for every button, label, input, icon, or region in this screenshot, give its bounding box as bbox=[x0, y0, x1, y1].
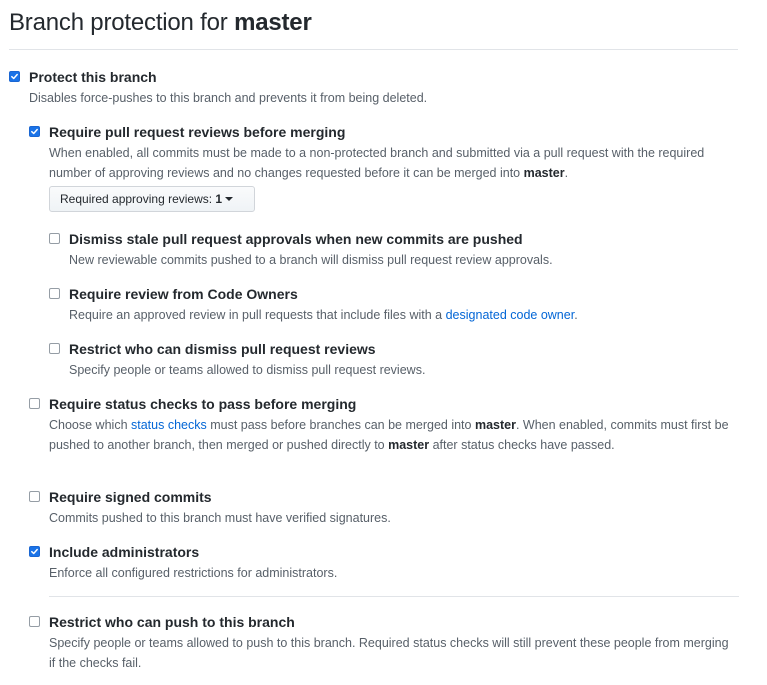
option-restrict-dismiss: Restrict who can dismiss pull request re… bbox=[49, 341, 739, 381]
restrict-push-checkbox[interactable] bbox=[29, 616, 40, 627]
option-require-reviews: Require pull request reviews before merg… bbox=[29, 124, 729, 184]
status-checks-note-text-4: after status checks have passed. bbox=[429, 437, 615, 452]
restrict-dismiss-note: Specify people or teams allowed to dismi… bbox=[69, 363, 426, 377]
checkmark-icon bbox=[11, 73, 18, 80]
status-checks-label[interactable]: Require status checks to pass before mer… bbox=[49, 396, 356, 413]
status-checks-checkbox[interactable] bbox=[29, 398, 40, 409]
restrict-dismiss-checkbox[interactable] bbox=[49, 343, 60, 354]
require-reviews-note: When enabled, all commits must be made t… bbox=[49, 144, 729, 183]
option-signed-commits: Require signed commits Commits pushed to… bbox=[29, 489, 729, 529]
checkmark-icon bbox=[31, 128, 38, 135]
dismiss-stale-note: New reviewable commits pushed to a branc… bbox=[69, 253, 553, 267]
status-checks-note-text-2: must pass before branches can be merged … bbox=[206, 418, 475, 432]
require-reviews-label[interactable]: Require pull request reviews before merg… bbox=[49, 124, 345, 141]
dismiss-stale-checkbox[interactable] bbox=[49, 233, 60, 244]
option-restrict-push: Restrict who can push to this branch Spe… bbox=[29, 614, 729, 674]
required-approving-reviews-select[interactable]: Required approving reviews: 1 bbox=[49, 186, 255, 212]
code-owners-note-end: . bbox=[574, 308, 578, 322]
code-owners-label[interactable]: Require review from Code Owners bbox=[69, 286, 298, 303]
designated-code-owner-link[interactable]: designated code owner bbox=[446, 308, 575, 322]
page-title: Branch protection for master bbox=[9, 9, 312, 37]
option-dismiss-stale: Dismiss stale pull request approvals whe… bbox=[49, 231, 739, 271]
signed-commits-checkbox[interactable] bbox=[29, 491, 40, 502]
option-include-admins: Include administrators Enforce all confi… bbox=[29, 544, 729, 584]
checkmark-icon bbox=[31, 548, 38, 555]
option-status-checks: Require status checks to pass before mer… bbox=[29, 396, 729, 476]
status-checks-link[interactable]: status checks bbox=[131, 418, 207, 432]
dismiss-stale-label[interactable]: Dismiss stale pull request approvals whe… bbox=[69, 231, 523, 248]
restrict-push-label[interactable]: Restrict who can push to this branch bbox=[49, 614, 295, 631]
code-owners-checkbox[interactable] bbox=[49, 288, 60, 299]
status-checks-note: Choose which status checks must pass bef… bbox=[49, 416, 729, 455]
page-title-branch: master bbox=[234, 9, 312, 36]
status-checks-note-branch-1: master bbox=[474, 418, 516, 432]
restrict-push-note: Specify people or teams allowed to push … bbox=[49, 636, 729, 670]
signed-commits-label[interactable]: Require signed commits bbox=[49, 489, 212, 506]
option-protect-branch: Protect this branch Disables force-pushe… bbox=[9, 69, 739, 109]
page-title-prefix: Branch protection for bbox=[9, 9, 235, 36]
code-owners-note: Require an approved review in pull reque… bbox=[69, 306, 578, 326]
signed-commits-note: Commits pushed to this branch must have … bbox=[49, 511, 391, 525]
restrict-dismiss-label[interactable]: Restrict who can dismiss pull request re… bbox=[69, 341, 376, 358]
code-owners-note-text: Require an approved review in pull reque… bbox=[69, 308, 446, 322]
include-admins-checkbox[interactable] bbox=[29, 546, 40, 557]
require-reviews-note-text: When enabled, all commits must be made t… bbox=[49, 146, 705, 180]
section-divider bbox=[49, 596, 739, 597]
protect-branch-note: Disables force-pushes to this branch and… bbox=[29, 91, 428, 105]
option-code-owners: Require review from Code Owners Require … bbox=[49, 286, 739, 326]
include-admins-note: Enforce all configured restrictions for … bbox=[49, 566, 338, 580]
status-checks-note-text-1: Choose which bbox=[49, 418, 131, 432]
caret-down-icon bbox=[225, 196, 234, 201]
include-admins-label[interactable]: Include administrators bbox=[49, 544, 199, 561]
select-value: 1 bbox=[215, 192, 223, 206]
title-divider bbox=[9, 49, 738, 50]
protect-branch-checkbox[interactable] bbox=[9, 71, 20, 82]
require-reviews-note-end: . bbox=[564, 165, 569, 180]
require-reviews-checkbox[interactable] bbox=[29, 126, 40, 137]
status-checks-note-branch-2: master bbox=[388, 437, 430, 452]
require-reviews-note-branch: master bbox=[523, 165, 565, 180]
select-label: Required approving reviews: bbox=[60, 192, 216, 206]
protect-branch-label[interactable]: Protect this branch bbox=[29, 69, 157, 86]
